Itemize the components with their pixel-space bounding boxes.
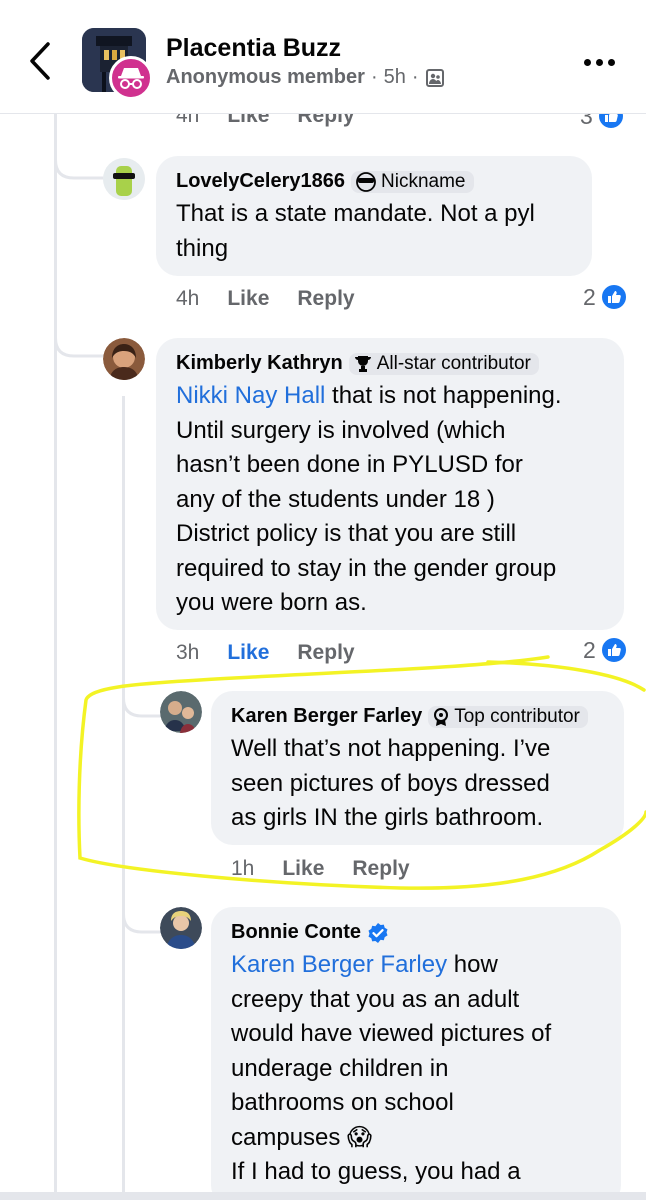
- mention-link[interactable]: Nikki Nay Hall: [176, 382, 325, 409]
- trophy-icon: [354, 355, 371, 372]
- comment-timestamp: 3h: [176, 641, 200, 664]
- thumbs-up-icon: [599, 636, 628, 664]
- comment-author[interactable]: Kimberly Kathryn All-star contributor: [176, 352, 604, 375]
- comment-author[interactable]: LovelyCelery1866 Nickname: [176, 170, 572, 193]
- group-privacy-icon: [425, 68, 444, 87]
- meta-separator: ·: [370, 66, 378, 88]
- comment-bubble-kimberly: Kimberly Kathryn All-star contributor Ni…: [156, 338, 624, 630]
- more-dot-icon: [584, 58, 591, 66]
- reaction-count-lovelycelery[interactable]: 2: [583, 283, 628, 311]
- more-dot-icon: [596, 58, 603, 66]
- thread-line-kimberly-replies: [122, 396, 125, 1200]
- meta-separator: ·: [411, 66, 419, 88]
- reply-button[interactable]: Reply: [297, 641, 354, 665]
- like-button[interactable]: Like: [227, 287, 269, 311]
- top-contributor-badge: Top contributor: [428, 705, 588, 728]
- reply-button[interactable]: Reply: [352, 857, 409, 881]
- comment-author[interactable]: Karen Berger Farley Top contributor: [231, 705, 604, 728]
- contributor-medal-icon: [434, 707, 449, 726]
- comment-actions-kimberly: 3h Like Reply: [176, 641, 355, 665]
- comment-timestamp: 1h: [231, 857, 255, 880]
- back-button[interactable]: [22, 36, 62, 86]
- more-dot-icon: [608, 58, 615, 66]
- group-name[interactable]: Placentia Buzz: [166, 34, 341, 63]
- reply-button[interactable]: Reply: [297, 287, 354, 311]
- like-button[interactable]: Like: [282, 857, 324, 881]
- comment-text: That is a state mandate. Not a pyl thing: [176, 200, 535, 262]
- thumbs-up-icon: [599, 283, 628, 311]
- comment-thread: 4h Like Reply 3 LovelyCelery1866 Nicknam…: [0, 0, 646, 1200]
- comment-bubble-lovelycelery: LovelyCelery1866 Nickname That is a stat…: [156, 156, 592, 276]
- mention-link[interactable]: Karen Berger Farley: [231, 951, 447, 978]
- comment-bubble-karen: Karen Berger Farley Top contributor Well…: [211, 691, 624, 845]
- verified-badge-icon: [368, 922, 388, 943]
- comment-actions-lovelycelery: 4h Like Reply: [176, 287, 355, 311]
- comment-author[interactable]: Bonnie Conte: [231, 921, 601, 944]
- anonymous-badge: [109, 56, 153, 100]
- avatar-bonnie[interactable]: [160, 907, 202, 949]
- post-header: Placentia Buzz Anonymous member · 5h ·: [0, 0, 646, 114]
- thread-line-main: [54, 114, 57, 1200]
- comment-timestamp: 4h: [176, 287, 200, 310]
- chevron-left-icon: [30, 42, 50, 80]
- avatar-kimberly[interactable]: [103, 338, 145, 380]
- avatar-lovelycelery[interactable]: [103, 158, 145, 200]
- post-time[interactable]: 5h: [384, 66, 406, 89]
- all-star-badge: All-star contributor: [348, 352, 539, 375]
- avatar-karen[interactable]: [160, 691, 202, 733]
- bottom-divider: [0, 1192, 646, 1200]
- comment-actions-karen: 1h Like Reply: [231, 857, 410, 881]
- comment-bubble-bonnie: Bonnie Conte Karen Berger Farley how cre…: [211, 907, 621, 1200]
- comment-text: Well that’s not happening. I’ve seen pic…: [231, 735, 551, 831]
- comment-text: Karen Berger Farley how creepy that you …: [231, 951, 552, 1185]
- sunglasses-face-icon: [356, 171, 376, 192]
- post-meta: Anonymous member · 5h ·: [166, 66, 445, 89]
- incognito-icon: [118, 68, 144, 89]
- more-options-button[interactable]: [584, 50, 624, 74]
- nickname-badge: Nickname: [351, 170, 474, 193]
- reaction-count-kimberly[interactable]: 2: [583, 636, 628, 664]
- post-author[interactable]: Anonymous member: [166, 66, 365, 89]
- comment-text: Nikki Nay Hall that is not happening. Un…: [176, 382, 562, 616]
- like-button[interactable]: Like: [227, 641, 269, 665]
